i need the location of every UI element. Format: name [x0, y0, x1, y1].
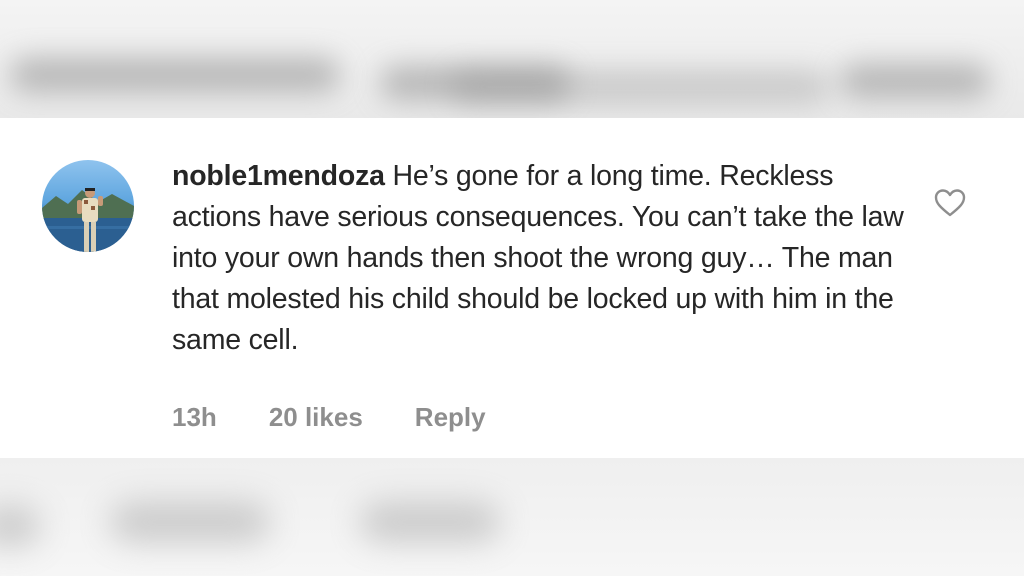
heart-outline-icon[interactable]	[934, 188, 966, 218]
comment-username[interactable]: noble1mendoza	[172, 160, 385, 192]
reply-button[interactable]: Reply	[415, 402, 486, 433]
avatar[interactable]	[42, 160, 134, 252]
blurred-content-above	[0, 0, 1024, 118]
comment-item: noble1mendoza He’s gone for a long time.…	[0, 118, 1024, 458]
comment-body: noble1mendoza He’s gone for a long time.…	[172, 156, 912, 361]
avatar-photo	[42, 188, 134, 252]
comment-meta: 13h 20 likes Reply	[172, 402, 486, 433]
blurred-content-below	[0, 458, 1024, 576]
comment-timestamp[interactable]: 13h	[172, 402, 217, 433]
comment-likes-count[interactable]: 20 likes	[269, 402, 363, 433]
